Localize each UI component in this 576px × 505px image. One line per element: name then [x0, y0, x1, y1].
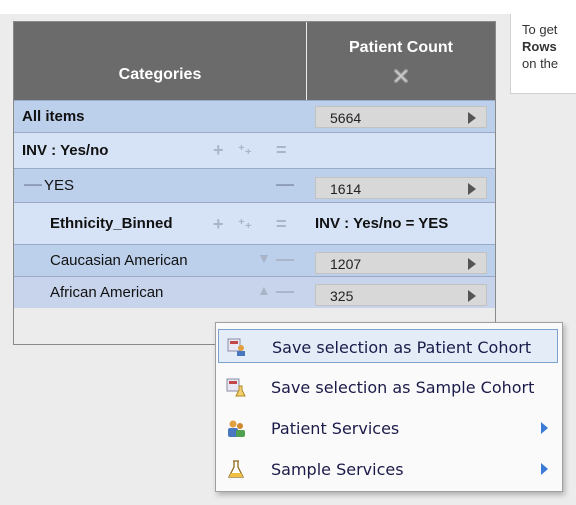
- submenu-arrow-icon: [541, 422, 548, 434]
- row-label: Caucasian American: [50, 252, 188, 269]
- move-down-icon[interactable]: ▼: [257, 249, 271, 267]
- row-caucasian-american[interactable]: Caucasian American ▼ — 1207: [14, 244, 495, 276]
- value-text: 5664: [330, 110, 362, 126]
- expand-arrow-icon[interactable]: [468, 290, 476, 302]
- categories-header[interactable]: Categories: [14, 22, 306, 100]
- menu-item-save-sample-cohort[interactable]: Save selection as Sample Cohort: [218, 370, 558, 404]
- menu-item-label: Patient Services: [271, 419, 400, 438]
- patient-count-header-label: Patient Count: [349, 39, 453, 56]
- value-text: 1207: [330, 256, 362, 272]
- move-up-icon[interactable]: ▲: [257, 281, 271, 299]
- row-label: All items: [22, 108, 85, 125]
- row-yes[interactable]: — YES — 1614: [14, 168, 495, 202]
- menu-item-label: Sample Services: [271, 460, 404, 479]
- value-box[interactable]: 1207: [315, 252, 487, 274]
- row-all-items[interactable]: All items 5664: [14, 100, 495, 132]
- tooltip-line-2: Rows: [522, 39, 557, 54]
- value-box[interactable]: 1614: [315, 177, 487, 199]
- tooltip-line-1: To get: [522, 22, 558, 37]
- patient-services-icon: [228, 420, 245, 437]
- value-text: 1614: [330, 181, 362, 197]
- expand-arrow-icon[interactable]: [468, 112, 476, 124]
- menu-item-label: Save selection as Patient Cohort: [272, 338, 532, 357]
- collapse-icon[interactable]: —: [276, 250, 294, 268]
- row-inv-yes-no[interactable]: INV : Yes/no + ⁺₊ =: [14, 132, 495, 168]
- pivot-grid: Categories Patient Count All items 5664 …: [13, 21, 496, 345]
- value-text: 325: [330, 288, 354, 304]
- menu-item-save-patient-cohort[interactable]: Save selection as Patient Cohort: [218, 329, 558, 363]
- expand-arrow-icon[interactable]: [468, 183, 476, 195]
- menu-item-patient-services[interactable]: Patient Services: [218, 411, 558, 445]
- collapse-icon[interactable]: —: [276, 282, 294, 300]
- help-tooltip: To get Rows on the: [510, 14, 576, 94]
- row-label: INV : Yes/no: [22, 142, 109, 159]
- value-box[interactable]: 325: [315, 284, 487, 306]
- patient-count-header[interactable]: Patient Count: [307, 22, 495, 100]
- expand-arrow-icon[interactable]: [468, 258, 476, 270]
- menu-item-sample-services[interactable]: Sample Services: [218, 452, 558, 486]
- categories-header-label: Categories: [118, 66, 202, 83]
- add-multiple-icon[interactable]: ⁺₊: [238, 141, 252, 159]
- x-icon[interactable]: [393, 68, 409, 84]
- equals-icon[interactable]: =: [276, 141, 287, 159]
- tooltip-line-3: on the: [522, 56, 559, 71]
- top-strip: [0, 0, 576, 14]
- menu-item-label: Save selection as Sample Cohort: [271, 378, 535, 397]
- submenu-arrow-icon: [541, 463, 548, 475]
- context-menu: Save selection as Patient Cohort Save se…: [215, 322, 563, 492]
- add-icon[interactable]: +: [213, 215, 224, 233]
- subheader-label: INV : Yes/no = YES: [315, 215, 449, 232]
- row-label: Ethnicity_Binned: [50, 215, 173, 232]
- add-icon[interactable]: +: [213, 141, 224, 159]
- value-box[interactable]: 5664: [315, 106, 487, 128]
- row-african-american[interactable]: African American ▲ — 325: [14, 276, 495, 308]
- collapse-icon[interactable]: —: [24, 175, 42, 193]
- equals-icon[interactable]: =: [276, 215, 287, 233]
- row-ethnicity-binned[interactable]: Ethnicity_Binned + ⁺₊ = INV : Yes/no = Y…: [14, 202, 495, 244]
- row-label: African American: [50, 284, 164, 301]
- collapse-icon[interactable]: —: [276, 175, 294, 193]
- patient-cohort-icon: [227, 338, 245, 356]
- flask-icon: [227, 460, 245, 478]
- row-label: YES: [44, 177, 75, 194]
- add-multiple-icon[interactable]: ⁺₊: [238, 215, 252, 233]
- sample-cohort-icon: [226, 378, 246, 397]
